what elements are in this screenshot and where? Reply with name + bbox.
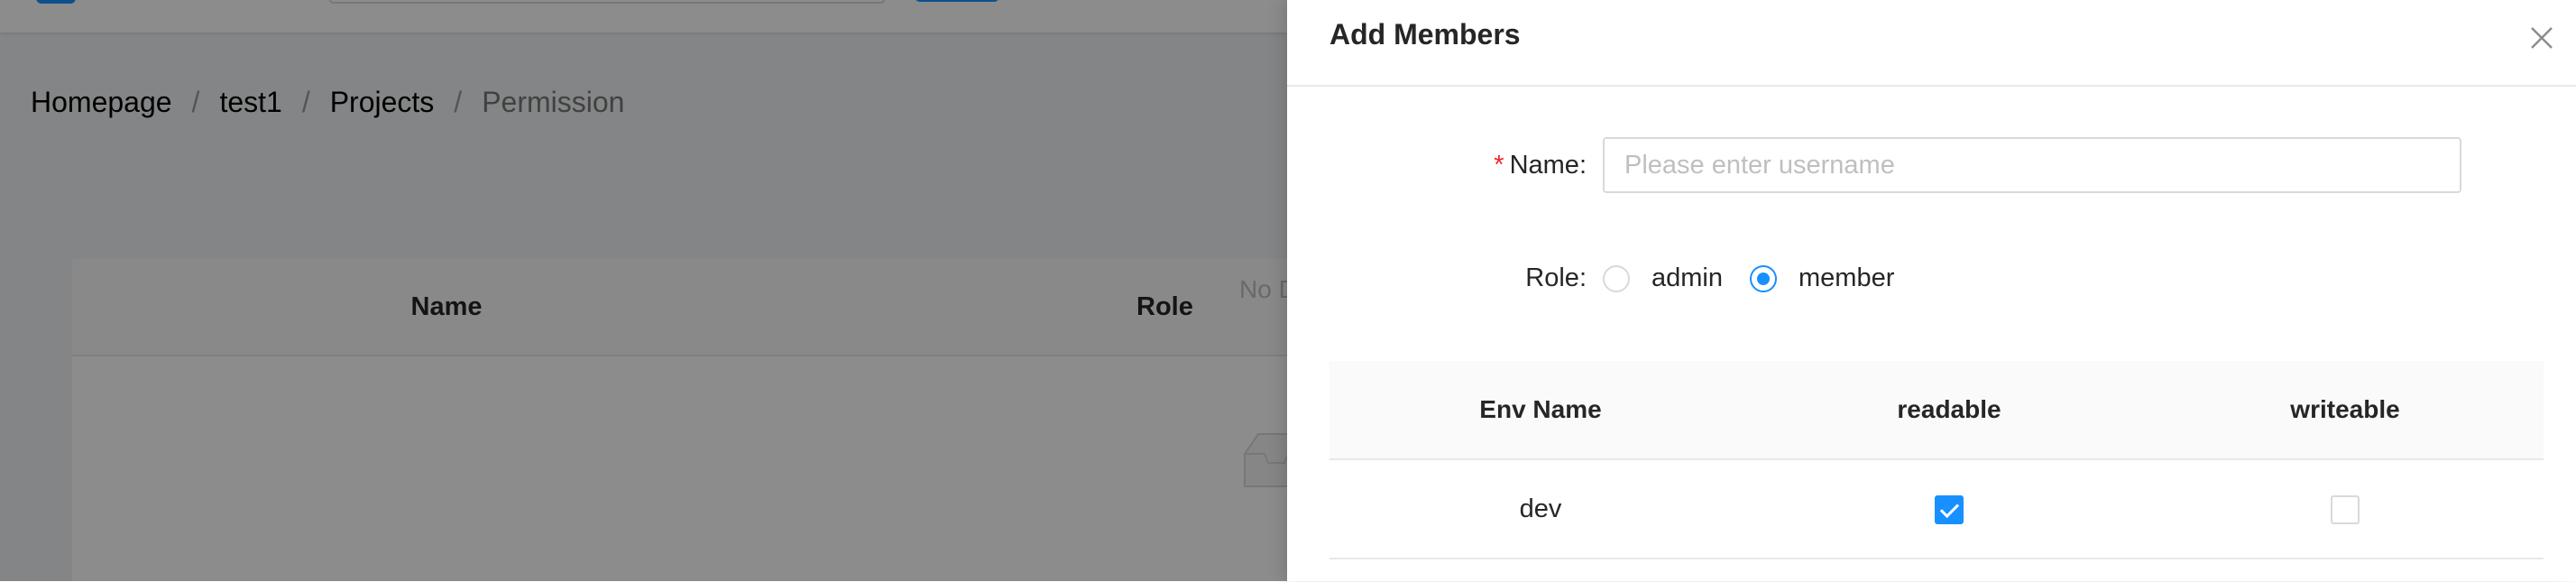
close-icon[interactable] [2525,22,2558,54]
drawer-mask-overlay[interactable] [0,0,1287,581]
writeable-checkbox[interactable] [2331,495,2360,525]
name-form-row: * Name: [1287,137,2461,193]
role-label-colon: : [1578,263,1587,292]
name-label: * Name: [1287,151,1603,180]
role-option-admin-label: admin [1651,263,1723,292]
table-row: dev [1329,460,2544,559]
env-table-header: Env Name readable writeable [1329,361,2544,460]
role-label: Role: [1287,263,1603,293]
env-permission-table: Env Name readable writeable dev [1329,361,2544,559]
column-header-writeable: writeable [2290,395,2400,423]
name-label-text: Name [1509,150,1579,180]
writeable-cell [2147,460,2544,558]
radio-checked-icon[interactable] [1750,264,1777,292]
role-form-row: Role: admin member [1287,263,1921,293]
drawer-header: Add Members [1287,0,2576,87]
username-input[interactable] [1603,137,2461,193]
readable-cell [1752,460,2147,558]
required-mark: * [1494,150,1504,180]
name-label-colon: : [1578,150,1587,180]
role-option-member-label: member [1799,263,1895,292]
role-option-admin[interactable]: admin [1603,263,1723,293]
column-header-readable: readable [1897,395,2001,423]
drawer-title: Add Members [1329,18,1521,51]
role-option-member[interactable]: member [1750,263,1894,293]
add-members-drawer: Add Members *Name: Role: admin member En… [1287,0,2576,581]
role-label-text: Role [1525,263,1579,292]
env-name-cell: dev [1519,494,1562,523]
readable-checkbox[interactable] [1935,495,1964,525]
column-header-env-name: Env Name [1479,395,1602,423]
radio-unchecked-icon[interactable] [1603,264,1630,292]
